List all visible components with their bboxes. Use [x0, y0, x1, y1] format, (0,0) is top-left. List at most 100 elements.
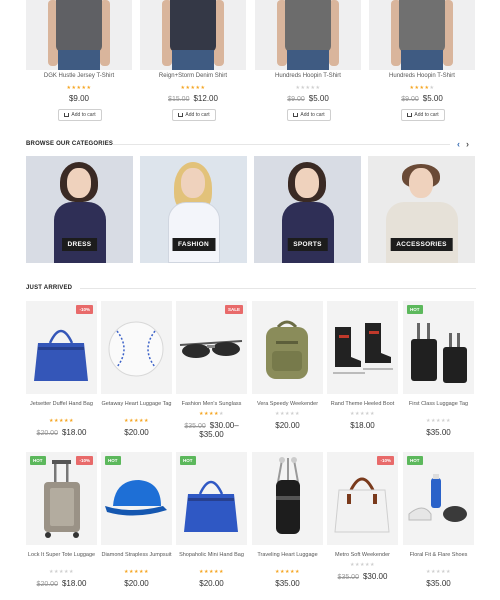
product-image[interactable] — [252, 452, 323, 545]
category-label[interactable]: SPORTS — [287, 238, 328, 251]
product-image[interactable]: HOT — [403, 301, 474, 394]
handbag-icon — [26, 329, 97, 394]
rating-stars: ★★★★★ — [199, 569, 224, 575]
hot-badge: HOT — [407, 456, 423, 465]
product-card[interactable]: HOT Diamond Strapless Jumpsuit ★★★★★ $20… — [101, 452, 172, 600]
product-card[interactable]: Getaway Heart Luggage Tag ★★★★★ $20.00 — [101, 301, 172, 449]
top-product-row: DGK Hustle Jersey T-Shirt ★★★★★ $9.00 Ad… — [26, 0, 476, 125]
product-price: $20.00 $18.00 — [36, 428, 87, 437]
product-price: $9.00 $5.00 — [287, 94, 329, 103]
product-card[interactable]: -10% Metro Soft Weekender ★★★★★ $35.00 $3… — [327, 452, 398, 600]
product-name[interactable]: Hundreds Hoopin T-Shirt — [255, 73, 361, 79]
product-image[interactable] — [101, 301, 172, 394]
product-name[interactable]: Reign+Storm Denim Shirt — [140, 73, 246, 79]
product-card[interactable]: SALE Fashion Men's Sunglass ★★★★★ $35.00… — [176, 301, 247, 449]
sale-badge: SALE — [224, 305, 243, 314]
cart-icon — [178, 112, 184, 117]
product-name[interactable]: Lock It Super Tote Luggage — [26, 552, 97, 559]
add-to-cart-button[interactable]: Add to cart — [401, 109, 445, 121]
divider — [112, 144, 450, 145]
product-card[interactable]: HOT Floral Fit & Flare Shoes ★★★★★ $35.0… — [403, 452, 474, 600]
add-to-cart-button[interactable]: Add to cart — [172, 109, 216, 121]
cart-icon — [293, 112, 299, 117]
rating-stars: ★★★★★ — [180, 85, 206, 91]
category-tile-dress[interactable]: DRESS — [26, 156, 133, 263]
product-card[interactable]: Reign+Storm Denim Shirt ★★★★★ $15.00 $12.… — [140, 0, 246, 125]
category-label[interactable]: DRESS — [61, 238, 98, 251]
product-price: $35.00 — [426, 428, 451, 437]
product-price: $35.00 $30.00–$35.00 — [184, 421, 239, 439]
rating-stars: ★★★★★ — [124, 569, 149, 575]
product-name[interactable]: Jetsetter Duffel Hand Bag — [26, 401, 97, 408]
product-card[interactable]: Traveling Heart Luggage ★★★★★ $35.00 — [252, 452, 323, 600]
product-image[interactable]: -10% — [26, 301, 97, 394]
category-tile-sports[interactable]: SPORTS — [254, 156, 361, 263]
sale-badge: -10% — [377, 456, 394, 465]
product-card[interactable]: Vera Speedy Weekender ★★★★★ $20.00 — [252, 301, 323, 449]
product-image[interactable]: HOT — [101, 452, 172, 545]
product-image[interactable] — [369, 0, 475, 70]
product-image[interactable]: HOT — [176, 452, 247, 545]
product-price: $20.00 $18.00 — [36, 579, 87, 588]
product-name[interactable]: Vera Speedy Weekender — [252, 401, 323, 408]
handbag-icon — [176, 480, 247, 545]
cart-icon — [407, 112, 413, 117]
product-card[interactable]: Rand Theme Heeled Boot ★★★★★ $18.00 — [327, 301, 398, 449]
cart-icon — [64, 112, 70, 117]
product-image[interactable]: SALE — [176, 301, 247, 394]
add-to-cart-button[interactable]: Add to cart — [58, 109, 102, 121]
rating-stars: ★★★★★ — [275, 569, 300, 575]
product-card[interactable]: Hundreds Hoopin T-Shirt ★★★★★ $9.00 $5.00… — [255, 0, 361, 125]
add-to-cart-button[interactable]: Add to cart — [287, 109, 331, 121]
product-image[interactable] — [252, 301, 323, 394]
product-name[interactable]: Diamond Strapless Jumpsuit — [101, 552, 172, 559]
product-card[interactable]: HOT Shopaholic Mini Hand Bag ★★★★★ $20.0… — [176, 452, 247, 600]
product-image[interactable] — [140, 0, 246, 70]
product-price: $35.00 $30.00 — [337, 572, 388, 581]
skate-boot-icon — [327, 323, 398, 394]
rating-stars: ★★★★★ — [350, 562, 375, 568]
product-image[interactable] — [255, 0, 361, 70]
product-card[interactable]: Hundreds Hoopin T-Shirt ★★★★★ $9.00 $5.00… — [369, 0, 475, 125]
carousel-nav: ‹ › — [457, 139, 477, 149]
product-card[interactable]: DGK Hustle Jersey T-Shirt ★★★★★ $9.00 Ad… — [26, 0, 132, 125]
product-price: $35.00 — [426, 579, 451, 588]
product-name[interactable]: Fashion Men's Sunglass — [176, 401, 247, 408]
rating-stars: ★★★★★ — [426, 569, 451, 575]
baseball-icon — [101, 321, 172, 394]
product-image[interactable]: HOT — [403, 452, 474, 545]
product-image[interactable]: -10% HOT — [26, 452, 97, 545]
rating-stars: ★★★★★ — [295, 85, 321, 91]
category-tile-accessories[interactable]: ACCESSORIES — [368, 156, 475, 263]
product-name[interactable]: First Class Luggage Tag — [403, 401, 474, 408]
category-tile-fashion[interactable]: FASHION — [140, 156, 247, 263]
product-name[interactable]: Hundreds Hoopin T-Shirt — [369, 73, 475, 79]
golf-bag-icon — [252, 457, 323, 545]
product-name[interactable]: Traveling Heart Luggage — [252, 552, 323, 559]
product-name[interactable]: Metro Soft Weekender — [327, 552, 398, 559]
product-name[interactable]: DGK Hustle Jersey T-Shirt — [26, 73, 132, 79]
product-image[interactable]: -10% — [327, 452, 398, 545]
section-title-just-arrived: JUST ARRIVED — [26, 285, 73, 291]
product-name[interactable]: Floral Fit & Flare Shoes — [403, 552, 474, 559]
sport-bottle-icon — [403, 474, 474, 545]
product-card[interactable]: -10% HOT Lock It Super Tote Luggage ★★★★★… — [26, 452, 97, 600]
chevron-right-icon[interactable]: › — [466, 139, 469, 149]
hot-badge: HOT — [105, 456, 121, 465]
chevron-left-icon[interactable]: ‹ — [457, 139, 460, 149]
product-card[interactable]: -10% Jetsetter Duffel Hand Bag ★★★★★ $20… — [26, 301, 97, 449]
rating-stars: ★★★★★ — [275, 411, 300, 417]
product-card[interactable]: HOT First Class Luggage Tag ★★★★★ $35.00 — [403, 301, 474, 449]
divider — [80, 288, 476, 289]
product-name[interactable]: Rand Theme Heeled Boot — [327, 401, 398, 408]
product-price: $9.00 — [68, 94, 90, 103]
category-label[interactable]: ACCESSORIES — [390, 238, 453, 251]
category-label[interactable]: FASHION — [172, 238, 215, 251]
product-image[interactable] — [327, 301, 398, 394]
product-image[interactable] — [26, 0, 132, 70]
sale-badge: -10% — [76, 456, 93, 465]
product-name[interactable]: Getaway Heart Luggage Tag — [101, 401, 172, 408]
product-price: $15.00 $12.00 — [168, 94, 218, 103]
product-name[interactable]: Shopaholic Mini Hand Bag — [176, 552, 247, 559]
hot-badge: HOT — [180, 456, 196, 465]
